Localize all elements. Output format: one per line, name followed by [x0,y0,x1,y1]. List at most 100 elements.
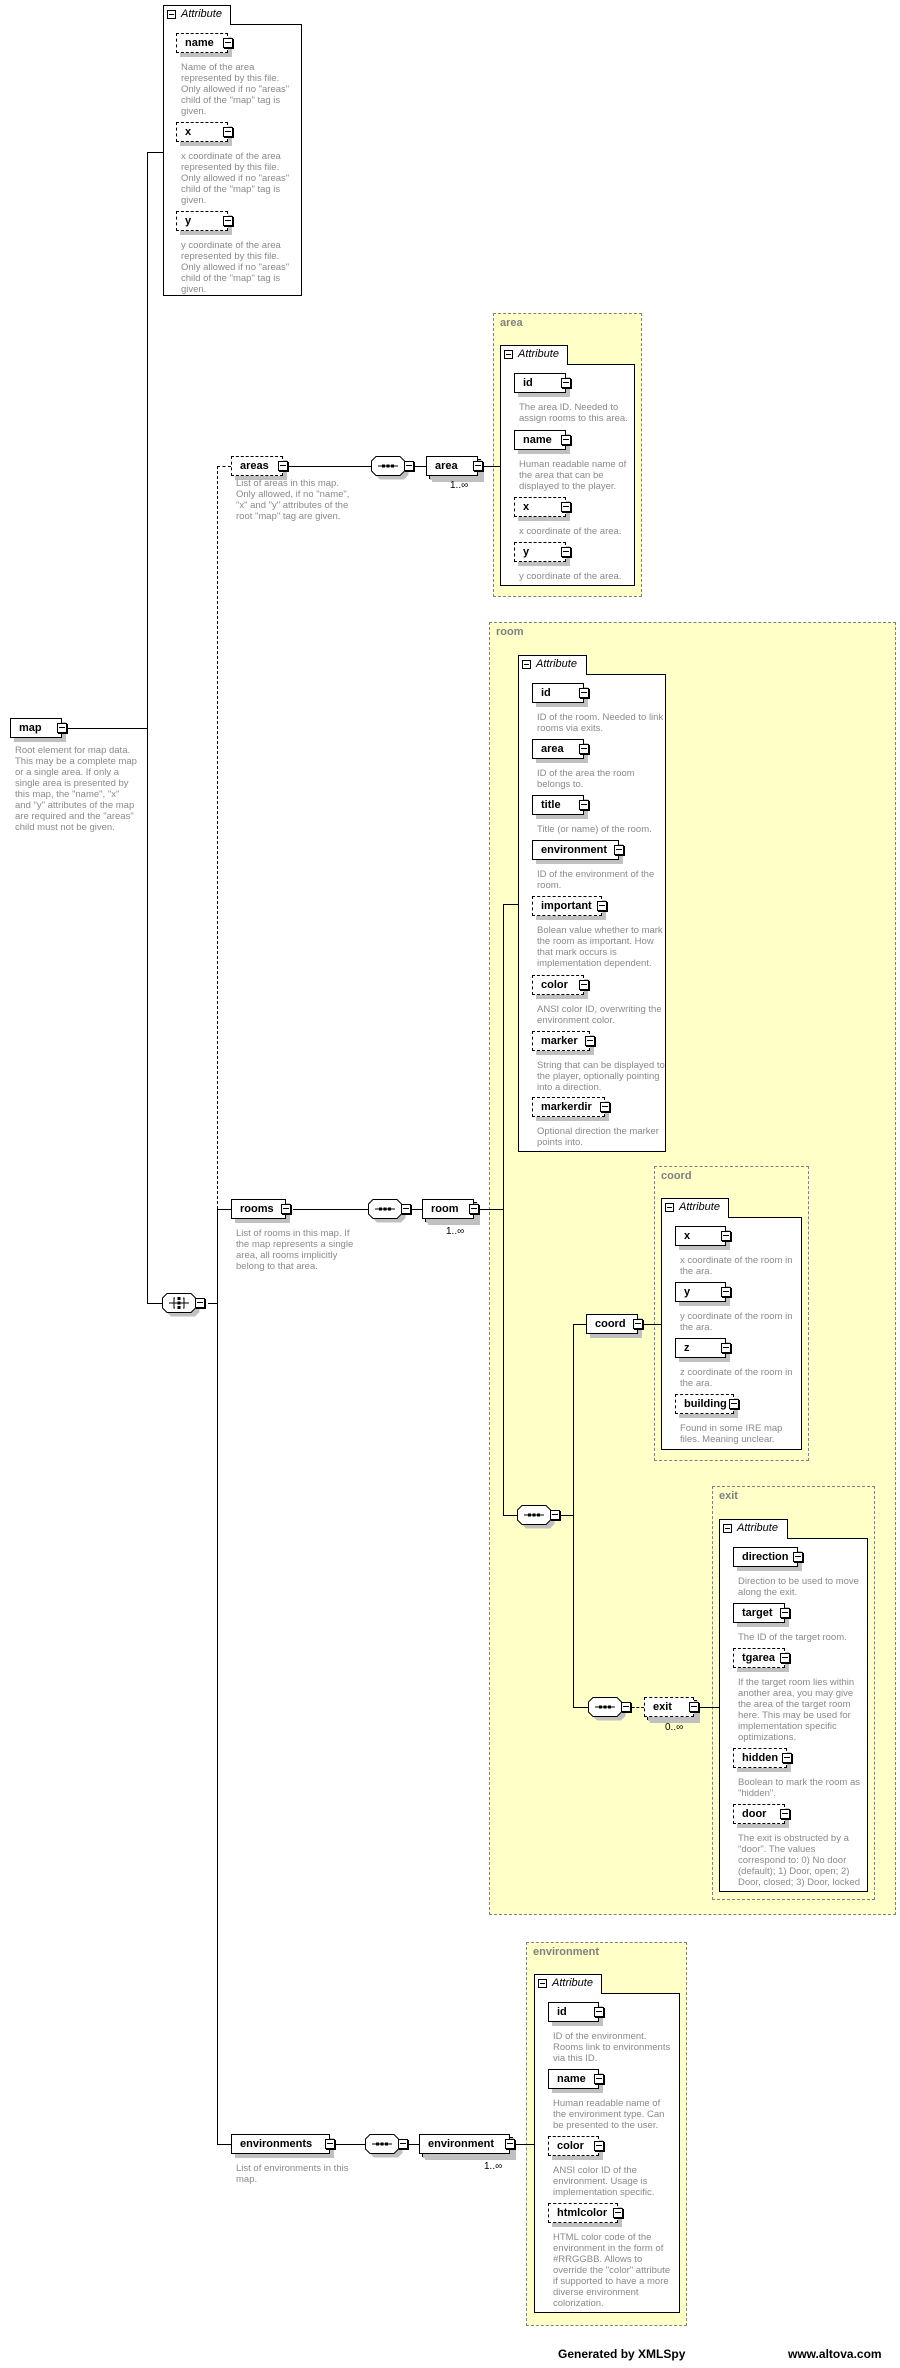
collapse-minus-icon[interactable] [398,2139,408,2149]
collapse-minus-icon[interactable] [505,2139,515,2149]
collapse-minus-icon[interactable] [579,688,589,698]
attribute-id[interactable]: id [514,373,566,393]
collapse-minus-icon[interactable] [522,660,531,669]
collapse-minus-icon[interactable] [278,461,288,471]
areas-description: List of areas in this map. Only allowed,… [236,478,350,522]
attribute-htmlcolor[interactable]: htmlcolor [548,2203,618,2223]
collapse-minus-icon[interactable] [621,1702,631,1712]
attribute-name[interactable]: name [548,2069,599,2089]
collapse-minus-icon[interactable] [793,1552,803,1562]
collapse-minus-icon[interactable] [223,38,233,48]
element-environment[interactable]: environment [419,2134,510,2154]
collapse-minus-icon[interactable] [469,1204,479,1214]
collapse-minus-icon[interactable] [723,1524,732,1533]
attribute-name[interactable]: name [514,430,566,450]
coord-attribute-group-tab[interactable]: Attribute [661,1198,729,1218]
collapse-minus-icon[interactable] [281,1204,291,1214]
element-coord[interactable]: coord [586,1314,638,1334]
attribute-description: The exit is obstructed by a "door". The … [738,1833,860,1888]
collapse-minus-icon[interactable] [561,502,571,512]
room-attribute-group-tab[interactable]: Attribute [518,655,587,675]
collapse-minus-icon[interactable] [665,1203,674,1212]
attribute-color[interactable]: color [548,2136,599,2156]
attribute-id[interactable]: id [548,2002,599,2022]
attribute-x[interactable]: x [176,122,228,142]
altova-link[interactable]: www.altova.com [788,2347,882,2361]
collapse-minus-icon[interactable] [780,1809,790,1819]
collapse-minus-icon[interactable] [561,547,571,557]
collapse-minus-icon[interactable] [594,2141,604,2151]
collapse-minus-icon[interactable] [223,216,233,226]
collapse-minus-icon[interactable] [600,1102,610,1112]
attribute-name[interactable]: name [176,33,228,53]
element-exit[interactable]: exit [644,1697,694,1717]
collapse-minus-icon[interactable] [780,1608,790,1618]
attribute-door[interactable]: door [733,1804,785,1824]
collapse-minus-icon[interactable] [721,1231,731,1241]
collapse-minus-icon[interactable] [579,744,589,754]
collapse-minus-icon[interactable] [167,10,176,19]
collapse-minus-icon[interactable] [579,980,589,990]
collapse-minus-icon[interactable] [195,1298,205,1308]
element-area[interactable]: area [426,456,478,476]
attribute-z[interactable]: z [675,1338,726,1358]
collapse-minus-icon[interactable] [721,1287,731,1297]
collapse-minus-icon[interactable] [504,350,513,359]
area-type-group-label: area [500,317,523,329]
collapse-minus-icon[interactable] [585,1036,595,1046]
collapse-minus-icon[interactable] [579,800,589,810]
attribute-description: ANSI color ID of the environment. Usage … [553,2165,655,2198]
collapse-minus-icon[interactable] [597,901,607,911]
collapse-minus-icon[interactable] [614,845,624,855]
attribute-x[interactable]: x [514,497,566,517]
collapse-minus-icon[interactable] [613,2208,623,2218]
collapse-minus-icon[interactable] [550,1510,560,1520]
exit-attribute-group-tab[interactable]: Attribute [719,1519,788,1539]
collapse-minus-icon[interactable] [721,1343,731,1353]
attribute-y[interactable]: y [675,1282,726,1302]
collapse-minus-icon[interactable] [57,723,67,733]
attribute-color[interactable]: color [532,975,584,995]
attribute-tgarea[interactable]: tgarea [733,1648,785,1668]
collapse-minus-icon[interactable] [223,127,233,137]
environment-attribute-group-tab[interactable]: Attribute [534,1974,602,1994]
attribute-marker[interactable]: marker [532,1031,590,1051]
collapse-minus-icon[interactable] [782,1753,792,1763]
collapse-minus-icon[interactable] [689,1702,699,1712]
collapse-minus-icon[interactable] [561,378,571,388]
attribute-title[interactable]: title [532,795,584,815]
collapse-minus-icon[interactable] [561,435,571,445]
attribute-x[interactable]: x [675,1226,726,1246]
attribute-building[interactable]: building [675,1394,734,1414]
map-attribute-group-tab[interactable]: Attribute [163,5,231,25]
collapse-minus-icon[interactable] [633,1319,643,1329]
connector-line [644,1324,661,1325]
collapse-minus-icon[interactable] [594,2074,604,2084]
attribute-area[interactable]: area [532,739,584,759]
collapse-minus-icon[interactable] [401,1204,411,1214]
attribute-y[interactable]: y [514,542,566,562]
element-room[interactable]: room [422,1199,474,1219]
collapse-minus-icon[interactable] [729,1399,739,1409]
collapse-minus-icon[interactable] [594,2007,604,2017]
collapse-minus-icon[interactable] [325,2139,335,2149]
attribute-target[interactable]: target [733,1603,785,1623]
collapse-minus-icon[interactable] [780,1653,790,1663]
collapse-minus-icon[interactable] [404,461,414,471]
attribute-markerdir[interactable]: markerdir [532,1097,605,1117]
element-environments[interactable]: environments [231,2134,330,2154]
attribute-y[interactable]: y [176,211,228,231]
attribute-id[interactable]: id [532,683,584,703]
attribute-environment[interactable]: environment [532,840,619,860]
element-areas[interactable]: areas [231,456,283,476]
attribute-description: x coordinate of the area. [519,526,622,537]
collapse-minus-icon[interactable] [473,461,483,471]
area-attribute-group-tab[interactable]: Attribute [500,345,568,365]
attribute-hidden[interactable]: hidden [733,1748,787,1768]
attribute-direction[interactable]: direction [733,1547,798,1567]
element-rooms[interactable]: rooms [231,1199,286,1219]
collapse-minus-icon[interactable] [538,1979,547,1988]
attribute-important[interactable]: important [532,896,602,916]
element-map[interactable]: map [10,718,62,738]
attribute-description: String that can be displayed to the play… [537,1060,665,1093]
